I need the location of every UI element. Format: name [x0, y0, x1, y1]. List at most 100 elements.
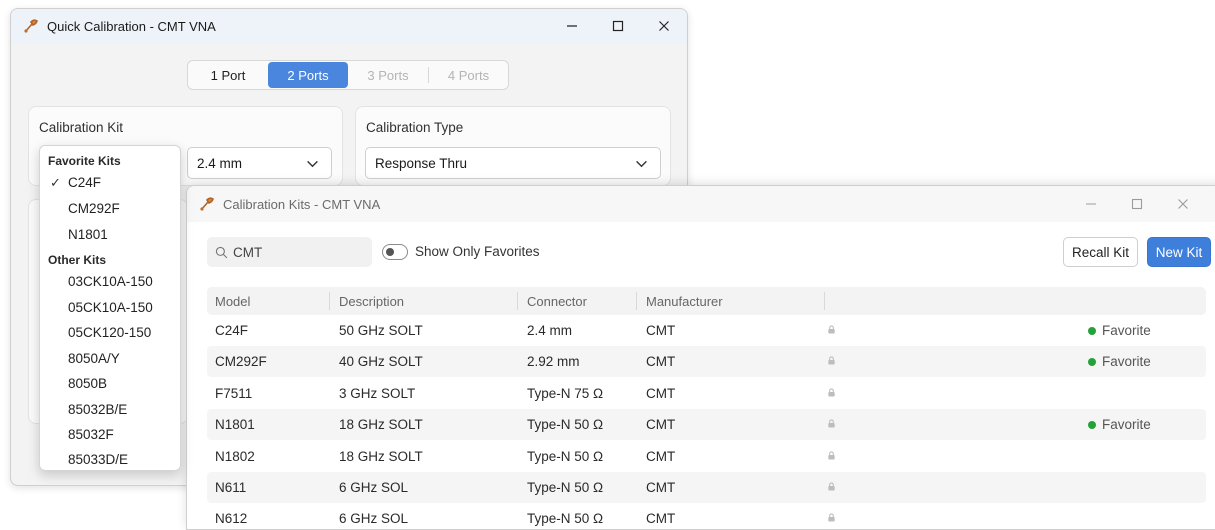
column-divider[interactable] — [824, 292, 825, 310]
port-option-4: 4 Ports — [447, 67, 490, 83]
new-kit-button[interactable]: New Kit — [1147, 237, 1211, 267]
cell-description: 6 GHz SOL — [339, 511, 409, 527]
close-button[interactable] — [1160, 186, 1206, 222]
kit-option[interactable]: 05CK10A-150 — [68, 300, 153, 315]
cell-manufacturer: CMT — [646, 480, 676, 495]
cell-connector: Type-N 50 Ω — [527, 417, 604, 433]
kit-option[interactable]: C24F — [68, 175, 101, 190]
cell-model: C24F — [215, 323, 249, 338]
maximize-icon — [1131, 198, 1143, 210]
table-row[interactable]: C24F 50 GHz SOLT 2.4 mm CMT Favorite — [207, 315, 1206, 346]
favorite-dot-icon — [1088, 420, 1096, 429]
toggle-knob — [386, 248, 394, 256]
column-header-model[interactable]: Model — [215, 294, 250, 309]
app-logo-icon — [199, 196, 215, 212]
minimize-icon — [567, 25, 577, 27]
cell-model: N1801 — [215, 417, 255, 433]
port-option-1[interactable]: 1 Port — [188, 61, 268, 89]
cell-description: 40 GHz SOLT — [339, 354, 423, 370]
favorite-dot-icon — [1088, 326, 1096, 335]
cell-connector: Type-N 75 Ω — [527, 385, 604, 401]
table-row[interactable]: F7511 3 GHz SOLT Type-N 75 Ω CMT — [207, 378, 1206, 409]
cell-model: CM292F — [215, 354, 267, 370]
minimize-button[interactable] — [549, 9, 595, 43]
cell-description: 18 GHz SOLT — [339, 448, 423, 464]
window-title: Calibration Kits - CMT VNA — [223, 196, 381, 212]
kit-dropdown-list: Favorite Kits ✓ C24F CM292F N1801 Other … — [39, 145, 181, 471]
search-icon — [215, 246, 228, 259]
calibration-kits-titlebar[interactable]: Calibration Kits - CMT VNA — [187, 186, 1215, 222]
lock-icon — [827, 419, 836, 428]
chevron-down-icon — [307, 160, 318, 168]
kit-option[interactable]: 85033D/E — [68, 452, 128, 467]
table-row[interactable]: CM292F 40 GHz SOLT 2.92 mm CMT Favorite — [207, 346, 1206, 378]
table-row[interactable]: N611 6 GHz SOL Type-N 50 Ω CMT — [207, 472, 1206, 503]
lock-icon — [827, 325, 836, 334]
favorite-badge: Favorite — [1088, 417, 1151, 432]
column-header-connector[interactable]: Connector — [527, 294, 587, 309]
close-button[interactable] — [641, 9, 687, 43]
table-row[interactable]: N1802 18 GHz SOLT Type-N 50 Ω CMT — [207, 441, 1206, 472]
kit-option[interactable]: 8050B — [68, 376, 107, 391]
cell-connector: Type-N 50 Ω — [527, 480, 604, 495]
kit-option[interactable]: 03CK10A-150 — [68, 274, 153, 289]
maximize-button[interactable] — [595, 9, 641, 43]
cell-manufacturer: CMT — [646, 417, 676, 433]
port-option-2[interactable]: 2 Ports — [268, 62, 348, 88]
cell-manufacturer: CMT — [646, 323, 676, 338]
search-input[interactable]: CMT — [233, 245, 262, 260]
maximize-icon — [612, 20, 624, 32]
calibration-type-title: Calibration Type — [366, 120, 464, 135]
lock-icon — [827, 356, 836, 365]
port-selector: 1 Port 2 Ports 3 Ports 4 Ports — [187, 60, 509, 90]
lock-icon — [827, 513, 836, 522]
kit-option[interactable]: 85032B/E — [68, 402, 127, 417]
calibration-type-value: Response Thru — [375, 155, 468, 171]
cell-manufacturer: CMT — [646, 448, 676, 464]
cell-description: 50 GHz SOLT — [339, 323, 423, 338]
port-option-3: 3 Ports — [367, 67, 409, 83]
kit-option[interactable]: 8050A/Y — [68, 351, 120, 366]
checkmark-icon: ✓ — [50, 175, 61, 190]
recall-kit-button[interactable]: Recall Kit — [1063, 237, 1138, 267]
cell-description: 6 GHz SOL — [339, 480, 409, 495]
favorite-badge: Favorite — [1088, 354, 1151, 369]
connector-combo[interactable]: 2.4 mm — [187, 147, 332, 179]
column-header-manufacturer[interactable]: Manufacturer — [646, 294, 723, 309]
other-kits-header: Other Kits — [48, 253, 107, 267]
window-title: Quick Calibration - CMT VNA — [47, 18, 216, 34]
show-favorites-toggle[interactable] — [382, 244, 408, 260]
lock-icon — [827, 450, 836, 460]
kit-option[interactable]: CM292F — [68, 201, 120, 216]
close-icon — [1178, 199, 1188, 209]
cell-connector: 2.92 mm — [527, 354, 580, 370]
lock-icon — [827, 482, 836, 491]
minimize-button[interactable] — [1068, 186, 1114, 222]
connector-value: 2.4 mm — [197, 155, 243, 171]
cell-manufacturer: CMT — [646, 354, 676, 370]
show-favorites-label: Show Only Favorites — [415, 244, 540, 259]
search-field[interactable]: CMT — [207, 237, 372, 267]
quick-calibration-titlebar[interactable]: Quick Calibration - CMT VNA — [11, 9, 687, 43]
kit-option[interactable]: 05CK120-150 — [68, 325, 151, 340]
column-divider[interactable] — [636, 292, 637, 310]
cell-connector: Type-N 50 Ω — [527, 511, 604, 527]
cell-model: N611 — [215, 480, 247, 495]
table-row[interactable]: N612 6 GHz SOL Type-N 50 Ω CMT — [207, 503, 1206, 529]
favorite-kits-header: Favorite Kits — [48, 154, 121, 168]
column-divider[interactable] — [517, 292, 518, 310]
kit-option[interactable]: 85032F — [68, 427, 114, 442]
cell-manufacturer: CMT — [646, 511, 676, 527]
favorite-dot-icon — [1088, 357, 1096, 366]
column-divider[interactable] — [329, 292, 330, 310]
calibration-type-combo[interactable]: Response Thru — [365, 147, 661, 179]
cell-description: 3 GHz SOLT — [339, 385, 416, 401]
kit-option[interactable]: N1801 — [68, 227, 108, 242]
maximize-button[interactable] — [1114, 186, 1160, 222]
cell-model: N1802 — [215, 448, 255, 464]
table-header: Model Description Connector Manufacturer — [207, 287, 1206, 315]
favorite-label: Favorite — [1102, 323, 1151, 338]
column-header-description[interactable]: Description — [339, 294, 404, 309]
table-row[interactable]: N1801 18 GHz SOLT Type-N 50 Ω CMT Favorite — [207, 409, 1206, 441]
favorite-label: Favorite — [1102, 417, 1151, 433]
